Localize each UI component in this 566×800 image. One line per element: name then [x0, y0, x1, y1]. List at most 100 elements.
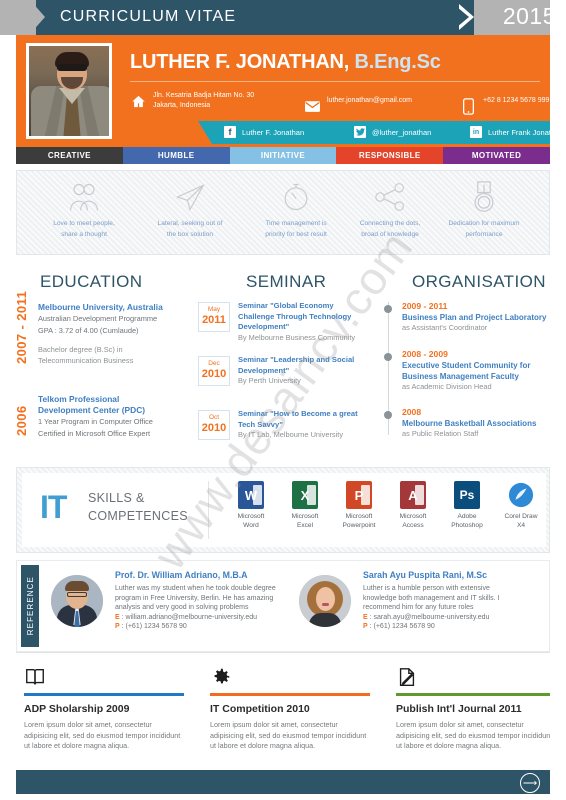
reference-phone-value-1: (+61) 1234 5678 90 — [125, 623, 187, 631]
book-icon — [24, 662, 184, 688]
seminar-month-3: Oct — [208, 414, 220, 421]
it-skills-card: IT SKILLS & COMPETENCES W Microsoft Word… — [22, 473, 546, 547]
medal-icon — [431, 179, 537, 215]
quality-time: Time management is priority for best resu… — [243, 179, 349, 240]
award-title-1: ADP Sholarship 2009 — [24, 703, 130, 715]
arrow-right-icon[interactable]: ⟶ — [520, 773, 540, 793]
microsoft-word-icon: W — [238, 481, 264, 509]
education-years-2: 2006 — [14, 405, 29, 436]
organisation-role-1: as Assistant's Coordinator — [402, 323, 488, 332]
reference-text-2b: knowledge both management and IT skills.… — [363, 594, 500, 602]
education-extra-1b: Telecommunication Business — [38, 355, 134, 365]
quality-time-label: Time management is priority for best resu… — [265, 220, 327, 238]
award-bar-1 — [24, 693, 184, 696]
reference-email-value-2: sarah.ayu@melbourne-university.edu — [373, 613, 490, 621]
document-pen-icon — [396, 662, 556, 688]
award-bar-3 — [396, 693, 556, 696]
reference-email-1[interactable]: E : william.adriano@melbourne-university… — [115, 613, 301, 623]
award-bar-2 — [210, 693, 370, 696]
page-right-margin — [550, 0, 566, 800]
seminar-title-1a: Seminar "Global Economy — [238, 301, 334, 310]
quality-people-label: Love to meet people, share a thought — [53, 220, 115, 238]
education-institution-2a: Telkom Professional — [38, 394, 120, 404]
reference-text-2a: Luther is a humble person with extensive — [363, 585, 490, 592]
envelope-icon — [304, 96, 321, 116]
twitter-label: @luther_jonathan — [372, 127, 432, 137]
organisation-years-1: 2009 - 2011 — [402, 301, 448, 311]
share-nodes-icon — [337, 179, 443, 215]
facebook-icon: f — [224, 126, 236, 138]
reference-tab: REFERENCE — [21, 565, 39, 647]
adobe-photoshop-icon: Ps — [454, 481, 480, 509]
seminar-year-2: 2010 — [201, 368, 227, 380]
trait-initiative: INITIATIVE — [229, 147, 337, 164]
it-skills-divider — [208, 481, 209, 539]
award-title-3: Publish Int'l Journal 2011 — [396, 703, 522, 715]
person-degree: B.Eng.Sc — [354, 51, 441, 73]
organisation-years-3: 2008 — [402, 407, 422, 417]
reference-email-value-1: william.adriano@melbourne-university.edu — [125, 613, 257, 621]
page-title: CURRICULUM VITAE — [60, 8, 237, 25]
education-institution-1: Melbourne University, Australia — [38, 302, 163, 312]
trait-responsible: RESPONSIBLE — [336, 147, 444, 164]
social-twitter[interactable]: @luther_jonathan — [354, 126, 431, 138]
reference-text-1b: program in Free University, Berlin. He h… — [115, 594, 274, 602]
top-bar: CURRICULUM VITAE 2015 — [0, 0, 566, 35]
award-card-2: IT Competition 2010 Lorem ipsum dolor si… — [210, 662, 370, 752]
gear-icon — [210, 662, 370, 688]
award-title-2: IT Competition 2010 — [210, 703, 310, 715]
it-skills-heading: IT — [40, 489, 67, 525]
reference-avatar-2 — [299, 575, 351, 627]
seminar-by-2: By Perth University — [238, 376, 301, 385]
seminar-title-1c: Development" — [238, 322, 290, 331]
award-card-3: Publish Int'l Journal 2011 Lorem ipsum d… — [396, 662, 556, 752]
traits-bar: CREATIVE HUMBLE INITIATIVE RESPONSIBLE M… — [16, 147, 550, 164]
seminar-by-3: By IT Lab, Melbourne University — [238, 430, 344, 439]
quality-people: Love to meet people, share a thought — [31, 179, 137, 240]
education-detail-1b: GPA : 3.72 of 4.00 (Cumlaude) — [38, 325, 139, 335]
education-entry-1: 2007 - 2011 Melbourne University, Austra… — [14, 290, 194, 372]
reference-phone-label-2: P — [363, 623, 368, 631]
seminar-year-1: 2011 — [202, 314, 226, 326]
avatar — [26, 43, 112, 139]
it-skills-subheading: SKILLS & COMPETENCES — [88, 489, 188, 525]
reference-email-label-1: E — [115, 613, 120, 621]
reference-text-1c: analysis and very good in solving proble… — [115, 604, 249, 612]
corel-draw-icon — [508, 481, 534, 509]
reference-name-2: Sarah Ayu Puspita Rani, M.Sc — [363, 570, 488, 580]
organisation-role-3: as Public Relation Staff — [402, 429, 479, 438]
award-card-1: ADP Sholarship 2009 Lorem ipsum dolor si… — [24, 662, 184, 752]
it-skills-sub-line-2: COMPETENCES — [88, 509, 188, 523]
quality-lateral-label: Lateral, seeking out of the box solution — [157, 220, 223, 238]
education-detail-2a: 1 Year Program in Computer Office — [38, 417, 153, 426]
seminar-title-3b: Tech Savvy" — [238, 419, 283, 429]
education-years-1: 2007 - 2011 — [14, 290, 29, 364]
contact-phone[interactable]: +62 8 1234 5678 999 1 — [460, 96, 555, 116]
organisation-title-3a: Melbourne Basketball Associations — [402, 419, 537, 428]
organisation-title-2a: Executive Student Community for — [402, 361, 531, 370]
name-divider — [130, 81, 540, 82]
reference-email-2[interactable]: E : sarah.ayu@melbourne-university.edu — [363, 613, 549, 623]
seminar-year-3: 2010 — [201, 422, 227, 434]
address-line-1: Jln. Kesatria Badja Hitam No. 30 — [153, 92, 255, 99]
linkedin-icon: in — [470, 126, 482, 138]
seminar-date-2: Dec 2010 — [198, 356, 230, 386]
reference-phone-value-2: (+61) 1234 5678 90 — [373, 623, 435, 631]
seminar-month-2: Dec — [208, 360, 220, 367]
mobile-icon — [460, 96, 477, 116]
it-skills-panel: IT SKILLS & COMPETENCES W Microsoft Word… — [16, 467, 550, 553]
seminar-by-1: By Melbourne Business Community — [238, 332, 356, 342]
seminar-title-2b: Development" — [238, 365, 290, 375]
reference-email-label-2: E — [363, 613, 368, 621]
quality-dedication-label: Dedication for maximum performance — [448, 220, 520, 238]
social-facebook[interactable]: f Luther F. Jonathan — [224, 126, 304, 138]
education-detail-2b: Certified in Microsoft Office Expert — [38, 428, 150, 438]
section-title-education: EDUCATION — [40, 272, 143, 291]
contact-email[interactable]: luther.jonathan@gmail.com — [304, 96, 412, 116]
trait-motivated: MOTIVATED — [443, 147, 550, 164]
stopwatch-icon — [243, 179, 349, 215]
microsoft-powerpoint-icon: P — [346, 481, 372, 509]
organisation-years-2: 2008 - 2009 — [402, 349, 448, 359]
home-icon — [130, 91, 147, 111]
organisation-role-2: as Academic Division Head — [402, 382, 492, 391]
